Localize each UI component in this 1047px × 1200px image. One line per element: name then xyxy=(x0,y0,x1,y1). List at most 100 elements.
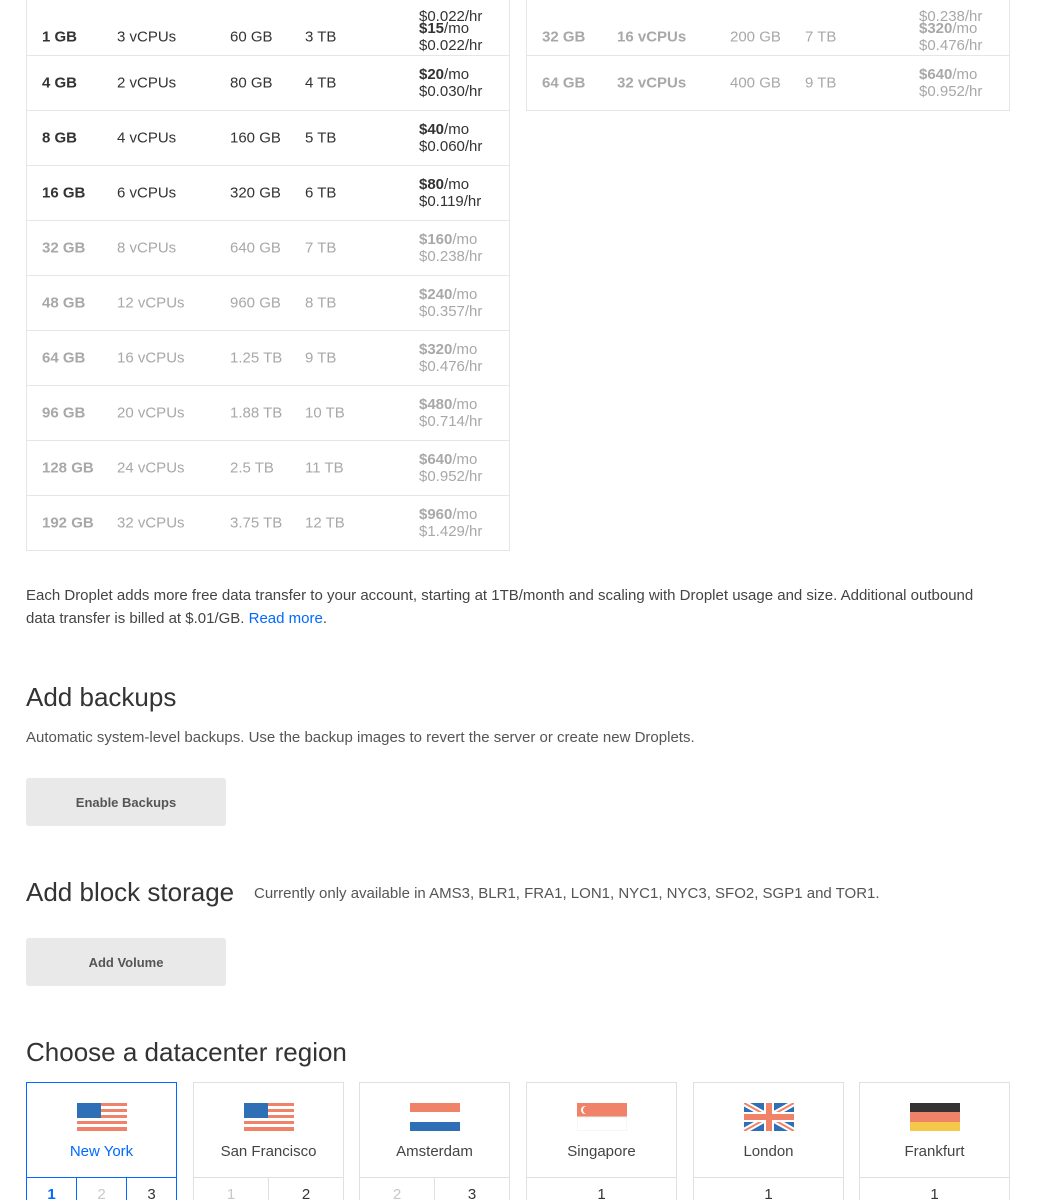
price-monthly-unit: /mo xyxy=(444,20,470,37)
transfer-cell: 3 TB xyxy=(305,28,337,46)
price-monthly-unit: /mo xyxy=(452,396,478,413)
us-flag-icon xyxy=(76,1103,127,1131)
table-row[interactable]: 32 GB 16 vCPUs 200 GB 7 TB $320/mo $0.476/hr xyxy=(527,19,1009,55)
price-cell: $640/mo $0.952/hr xyxy=(419,451,482,485)
datacenter-number-option[interactable]: 3 xyxy=(435,1177,510,1200)
ssd-cell: 160 GB xyxy=(230,129,281,147)
price-cell: $960/mo $1.429/hr xyxy=(419,506,482,540)
price-cell: $640/mo $0.952/hr xyxy=(919,66,982,100)
price-monthly-unit: /mo xyxy=(444,66,470,83)
ssd-cell: 80 GB xyxy=(230,74,273,92)
memory-cell: 48 GB xyxy=(42,294,86,312)
memory-cell: 8 GB xyxy=(42,129,78,147)
price-monthly-unit: /mo xyxy=(452,231,478,248)
transfer-note-text: Each Droplet adds more free data transfe… xyxy=(26,587,974,627)
table-row[interactable]: 128 GB 24 vCPUs 2.5 TB 11 TB $640/mo $0.952/h… xyxy=(27,440,509,495)
table-row-partial: $0.238/hr xyxy=(527,0,1009,25)
region-card[interactable]: San Francisco 1 2 xyxy=(193,1082,344,1200)
price-monthly: $320 xyxy=(419,341,453,358)
datacenter-number-option[interactable]: 1 xyxy=(859,1177,1010,1200)
region-card[interactable]: Singapore 1 xyxy=(526,1082,677,1200)
add-volume-button[interactable]: Add Volume xyxy=(26,938,226,986)
price-monthly-unit: /mo xyxy=(444,121,470,138)
region-name: London xyxy=(743,1143,794,1160)
region-name: Frankfurt xyxy=(904,1143,965,1160)
cpu-cell: 16 vCPUs xyxy=(117,349,185,367)
region-card[interactable]: New York 1 2 3 xyxy=(26,1082,177,1200)
pricing-table-cpu-optimized: $0.238/hr 32 GB 16 vCPUs 200 GB 7 TB $320/mo… xyxy=(526,0,1010,111)
transfer-cell: 10 TB xyxy=(305,404,345,422)
region-card[interactable]: Frankfurt 1 xyxy=(859,1082,1010,1200)
table-row[interactable]: 64 GB 16 vCPUs 1.25 TB 9 TB $320/mo $0.476/hr xyxy=(27,330,509,385)
price-hourly: $0.357/hr xyxy=(419,303,483,320)
enable-backups-button[interactable]: Enable Backups xyxy=(26,778,226,826)
cpu-cell: 4 vCPUs xyxy=(117,129,177,147)
backups-title: Add backups xyxy=(26,682,177,712)
ssd-cell: 1.25 TB xyxy=(230,349,283,367)
price-hourly: $0.060/hr xyxy=(419,138,483,155)
price-cell: $240/mo $0.357/hr xyxy=(419,286,482,320)
price-monthly: $320 xyxy=(919,20,953,37)
price-monthly-unit: /mo xyxy=(952,20,978,37)
cpu-cell: 6 vCPUs xyxy=(117,184,177,202)
datacenter-number-option[interactable]: 2 xyxy=(269,1177,344,1200)
memory-cell: 64 GB xyxy=(542,74,586,92)
region-card[interactable]: London 1 xyxy=(693,1082,844,1200)
datacenter-number-option[interactable]: 2 xyxy=(77,1177,127,1200)
region-name: San Francisco xyxy=(220,1143,317,1160)
price-hourly: $0.030/hr xyxy=(419,83,483,100)
price-monthly: $20 xyxy=(419,66,445,83)
memory-cell: 4 GB xyxy=(42,74,78,92)
price-hourly: $0.714/hr xyxy=(419,413,483,430)
table-row[interactable]: 32 GB 8 vCPUs 640 GB 7 TB $160/mo $0.238/hr xyxy=(27,220,509,275)
table-row[interactable]: 96 GB 20 vCPUs 1.88 TB 10 TB $480/mo $0.714/h… xyxy=(27,385,509,440)
ssd-cell: 640 GB xyxy=(230,239,281,257)
table-row[interactable]: 64 GB 32 vCPUs 400 GB 9 TB $640/mo $0.952/hr xyxy=(527,55,1009,110)
memory-cell: 192 GB xyxy=(42,514,94,532)
block-storage-availability: Currently only available in AMS3, BLR1, … xyxy=(254,885,880,902)
price-monthly: $160 xyxy=(419,231,453,248)
datacenter-number-option[interactable]: 1 xyxy=(193,1177,269,1200)
datacenter-numbers: 1 xyxy=(693,1177,844,1200)
price-monthly-unit: /mo xyxy=(452,341,478,358)
datacenter-number-option[interactable]: 1 xyxy=(526,1177,677,1200)
datacenter-numbers: 123 xyxy=(26,1177,177,1200)
price-hourly: $0.238/hr xyxy=(419,248,483,265)
nl-flag-icon xyxy=(409,1103,460,1131)
table-row[interactable]: 4 GB 2 vCPUs 80 GB 4 TB $20/mo $0.030/hr xyxy=(27,55,509,110)
datacenter-numbers: 1 xyxy=(859,1177,1010,1200)
datacenter-number-option[interactable]: 3 xyxy=(127,1177,177,1200)
price-hourly: $0.476/hr xyxy=(919,37,983,54)
price-monthly: $15 xyxy=(419,20,445,37)
datacenter-number-option[interactable]: 1 xyxy=(26,1177,77,1200)
price-monthly: $640 xyxy=(419,451,453,468)
price-cell: $320/mo $0.476/hr xyxy=(919,20,982,54)
region-card[interactable]: Amsterdam 2 3 xyxy=(359,1082,510,1200)
datacenter-number-option[interactable]: 2 xyxy=(359,1177,435,1200)
table-row[interactable]: 16 GB 6 vCPUs 320 GB 6 TB $80/mo $0.119/hr xyxy=(27,165,509,220)
price-monthly: $40 xyxy=(419,121,445,138)
table-row-partial: $0.022/hr xyxy=(27,0,509,25)
memory-cell: 128 GB xyxy=(42,459,94,477)
table-row[interactable]: 1 GB 3 vCPUs 60 GB 3 TB $15/mo $0.022/hr xyxy=(27,19,509,55)
ssd-cell: 1.88 TB xyxy=(230,404,283,422)
price-cell: $160/mo $0.238/hr xyxy=(419,231,482,265)
table-row[interactable]: 48 GB 12 vCPUs 960 GB 8 TB $240/mo $0.357/hr xyxy=(27,275,509,330)
table-row[interactable]: 192 GB 32 vCPUs 3.75 TB 12 TB $960/mo $1.429/… xyxy=(27,495,509,550)
transfer-cell: 9 TB xyxy=(805,74,837,92)
sg-flag-icon xyxy=(576,1103,627,1131)
price-monthly-unit: /mo xyxy=(952,66,978,83)
cpu-cell: 8 vCPUs xyxy=(117,239,177,257)
price-monthly-unit: /mo xyxy=(452,286,478,303)
price-monthly-unit: /mo xyxy=(444,176,470,193)
price-cell: $40/mo $0.060/hr xyxy=(419,121,482,155)
datacenter-number-option[interactable]: 1 xyxy=(693,1177,844,1200)
transfer-note-end: . xyxy=(322,610,327,627)
ssd-cell: 200 GB xyxy=(730,28,781,46)
transfer-cell: 8 TB xyxy=(305,294,337,312)
read-more-link[interactable]: Read more xyxy=(249,610,323,627)
cpu-cell: 2 vCPUs xyxy=(117,74,177,92)
cpu-cell: 20 vCPUs xyxy=(117,404,185,422)
memory-cell: 32 GB xyxy=(42,239,86,257)
table-row[interactable]: 8 GB 4 vCPUs 160 GB 5 TB $40/mo $0.060/hr xyxy=(27,110,509,165)
